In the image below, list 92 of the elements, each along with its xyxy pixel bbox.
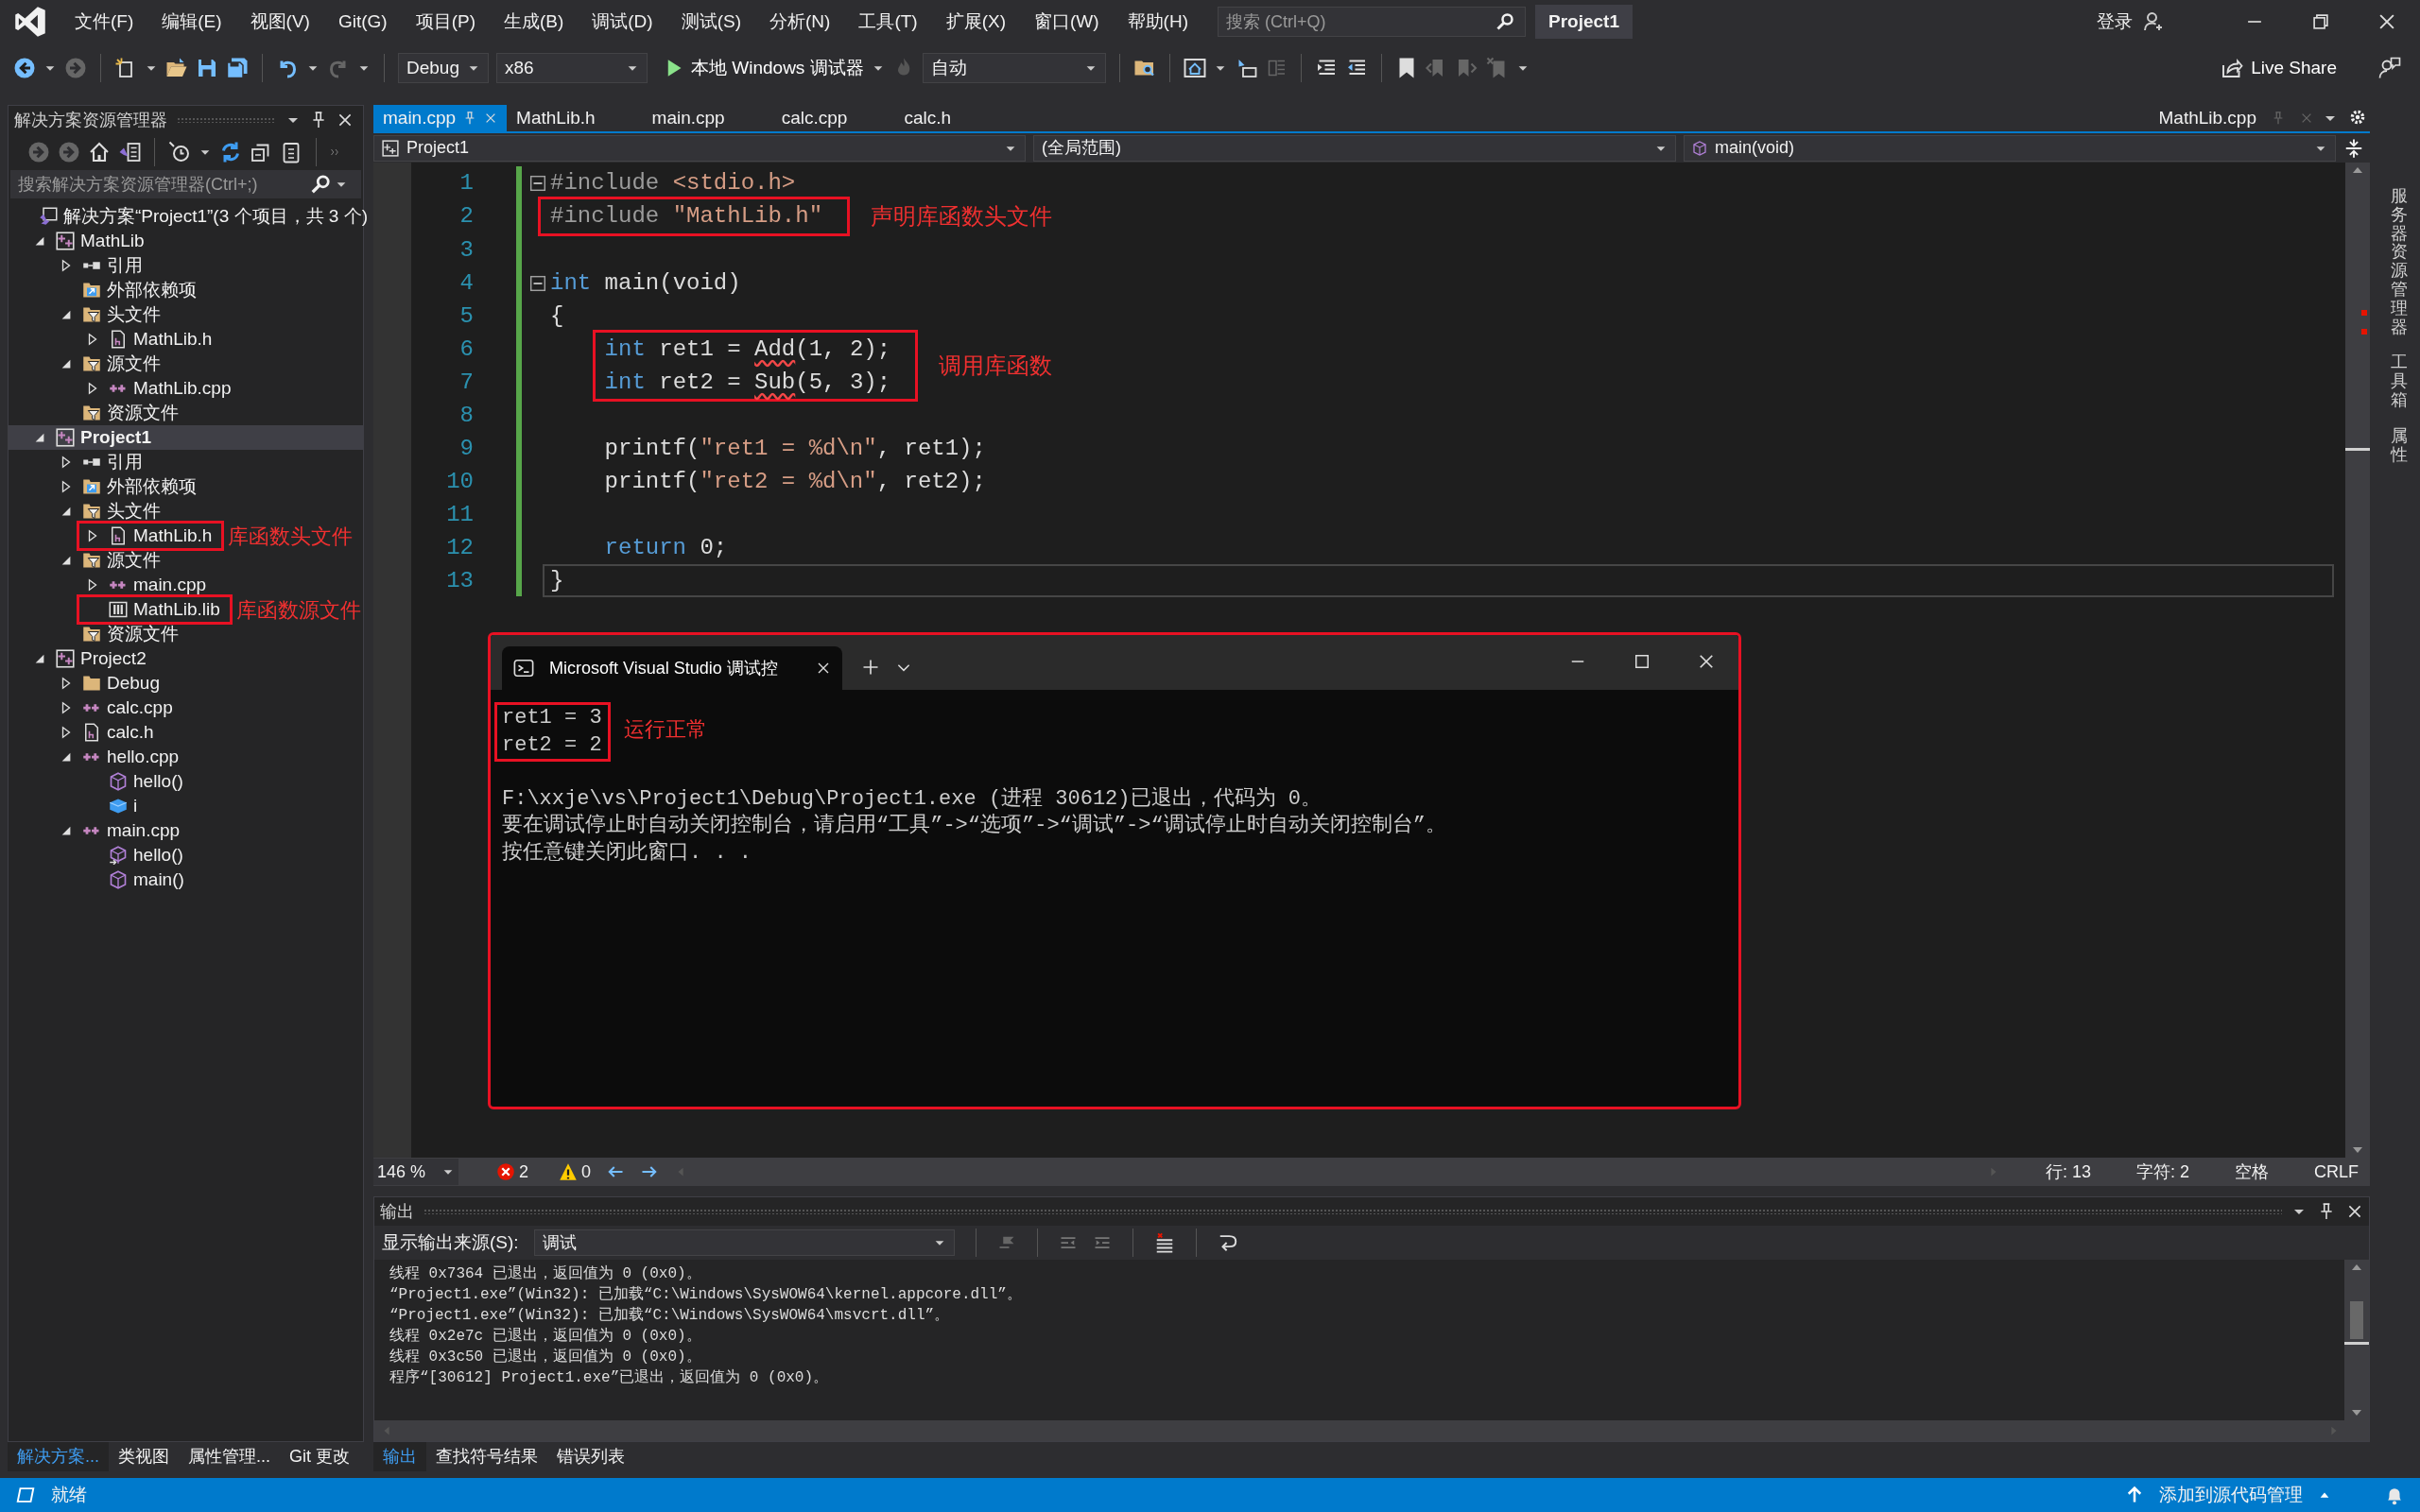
panel-tab[interactable]: Git 更改 <box>280 1441 360 1471</box>
console-line: ret1 = 3 <box>502 705 602 731</box>
console-line: F:\xxje\vs\Project1\Debug\Project1.exe (进程 30612)已退出，代码为 0。 <box>502 785 1322 813</box>
line-number: 8 <box>458 402 474 430</box>
annotation-text: 库函数头文件 <box>228 523 354 550</box>
line-number: 9 <box>458 435 474 463</box>
side-tab[interactable]: 服务器资源管理器 <box>2390 187 2408 337</box>
status-message: 就绪 <box>51 1483 87 1506</box>
search-field[interactable]: 搜索解决方案资源管理器(Ctrl+;) <box>10 170 361 198</box>
line-number: 5 <box>458 302 474 331</box>
side-tab[interactable]: 属性 <box>2390 426 2408 465</box>
menu-item[interactable]: 工具(T) <box>844 4 932 40</box>
panel-tab[interactable]: 输出 <box>373 1441 426 1471</box>
code-line: #include "MathLib.h" <box>550 202 823 231</box>
side-tab[interactable]: 工具箱 <box>2390 353 2408 410</box>
whitespace-indicator[interactable]: 空格 <box>2235 1159 2269 1185</box>
code-line: int ret1 = Add(1, 2); <box>604 335 891 364</box>
menu-item[interactable]: 分析(N) <box>755 4 845 40</box>
panel-tab[interactable]: 解决方案... <box>8 1441 109 1471</box>
annotation-text: 库函数源文件 <box>235 596 361 624</box>
line-number: 4 <box>458 269 474 298</box>
panel-tab[interactable]: 类视图 <box>109 1441 179 1471</box>
start-debugging-button[interactable]: 本地 Windows 调试器 <box>665 54 864 82</box>
annotation-text: 调用库函数 <box>939 352 1053 380</box>
output-line: 程序“[30612] Project1.exe”已退出，返回值为 0 (0x0)。 <box>389 1367 830 1389</box>
menu-item[interactable]: 调试(D) <box>578 4 667 40</box>
line-number: 2 <box>458 202 474 231</box>
platform-dropdown[interactable]: x86 <box>496 53 648 83</box>
search-field[interactable]: 搜索 (Ctrl+Q) <box>1218 7 1526 37</box>
line-number: 12 <box>445 534 474 562</box>
menu-item[interactable]: 扩展(X) <box>931 4 1020 40</box>
code-line: #include <stdio.h> <box>550 169 796 198</box>
menu-item[interactable]: Git(G) <box>323 4 402 40</box>
editor-tab[interactable]: main.cpp <box>642 105 772 131</box>
project-dropdown[interactable]: Project1 <box>373 134 1026 162</box>
configuration-dropdown[interactable]: Debug <box>398 53 489 83</box>
output-line: 线程 0x7364 已退出，返回值为 0 (0x0)。 <box>389 1264 702 1285</box>
output-line: “Project1.exe”(Win32): 已加载“C:\Windows\SysWOW64\kernel.appcore.dll”。 <box>389 1285 1023 1306</box>
line-indicator[interactable]: 行: 13 <box>2045 1159 2091 1185</box>
line-number: 11 <box>445 501 474 529</box>
console-line: ret2 = 2 <box>502 731 602 759</box>
annotation-text: 声明库函数头文件 <box>871 202 1053 231</box>
warning-count[interactable]: 0 <box>581 1159 592 1185</box>
menu-item[interactable]: 帮助(H) <box>1113 4 1202 40</box>
zoom-dropdown[interactable]: 146 % <box>373 1159 458 1186</box>
code-line: printf("ret2 = %d\n", ret2); <box>603 468 987 496</box>
line-number: 7 <box>458 369 474 397</box>
live-share-button[interactable]: Live Share <box>2221 54 2337 82</box>
menu-item[interactable]: 测试(S) <box>666 4 755 40</box>
output-line: 线程 0x3c50 已退出，返回值为 0 (0x0)。 <box>389 1348 702 1368</box>
line-number: 10 <box>445 468 474 496</box>
editor-tab[interactable]: calc.h <box>894 105 998 131</box>
panel-title: 输出 <box>380 1200 414 1223</box>
error-count[interactable]: 2 <box>519 1159 528 1185</box>
line-number: 3 <box>458 236 474 265</box>
console-tab[interactable]: Microsoft Visual Studio 调试控 <box>502 646 842 690</box>
source-control-button[interactable]: 添加到源代码管理 <box>2159 1481 2303 1509</box>
source-label: 显示输出来源(S): <box>382 1231 519 1255</box>
solution-name: Project1 <box>1535 4 1633 40</box>
code-line: return 0; <box>603 534 729 562</box>
panel-tab[interactable]: 查找符号结果 <box>426 1441 547 1471</box>
scope-dropdown[interactable]: (全局范围) <box>1033 134 1676 162</box>
output-line: 线程 0x2e7c 已退出，返回值为 0 (0x0)。 <box>389 1327 702 1348</box>
editor-tab[interactable]: calc.cpp <box>771 105 895 131</box>
code-line: int ret2 = Sub(5, 3); <box>604 369 891 397</box>
menu-item[interactable]: 窗口(W) <box>1020 4 1114 40</box>
code-line: } <box>543 564 2334 597</box>
menu-item[interactable]: 项目(P) <box>401 4 490 40</box>
stack-frame-dropdown[interactable]: 自动 <box>922 53 1106 83</box>
line-number: 1 <box>458 169 474 198</box>
console-line: 要在调试停止时自动关闭控制台，请启用“工具”->“选项”->“调试”->“调试停止时自动关闭控制台”。 <box>502 813 1446 839</box>
code-line: printf("ret1 = %d\n", ret1); <box>603 435 987 463</box>
panel-title: 解决方案资源管理器 <box>14 109 167 131</box>
menu-item[interactable]: 生成(B) <box>489 4 579 40</box>
panel-tab[interactable]: 属性管理... <box>179 1441 281 1471</box>
editor-tab[interactable]: MathLib.h <box>507 105 643 131</box>
source-dropdown[interactable]: 调试 <box>533 1229 955 1257</box>
annotation-text: 运行正常 <box>623 718 707 746</box>
line-number: 13 <box>445 567 474 595</box>
menu-item[interactable]: 视图(V) <box>235 4 324 40</box>
line-ending-indicator[interactable]: CRLF <box>2314 1159 2359 1185</box>
code-line: int main(void) <box>550 269 741 298</box>
menu-item[interactable]: 文件(F) <box>60 4 148 40</box>
column-indicator[interactable]: 字符: 2 <box>2135 1159 2189 1185</box>
member-dropdown[interactable]: main(void) <box>1684 134 2336 162</box>
panel-tab[interactable]: 错误列表 <box>547 1441 634 1471</box>
console-line: 按任意键关闭此窗口. . . <box>502 839 752 867</box>
output-line: “Project1.exe”(Win32): 已加载“C:\Windows\SysWOW64\msvcrt.dll”。 <box>389 1306 951 1327</box>
menu-item[interactable]: 编辑(E) <box>147 4 236 40</box>
sign-in-link[interactable]: 登录 <box>2097 8 2133 36</box>
line-number: 6 <box>458 335 474 364</box>
code-line: { <box>550 302 565 331</box>
